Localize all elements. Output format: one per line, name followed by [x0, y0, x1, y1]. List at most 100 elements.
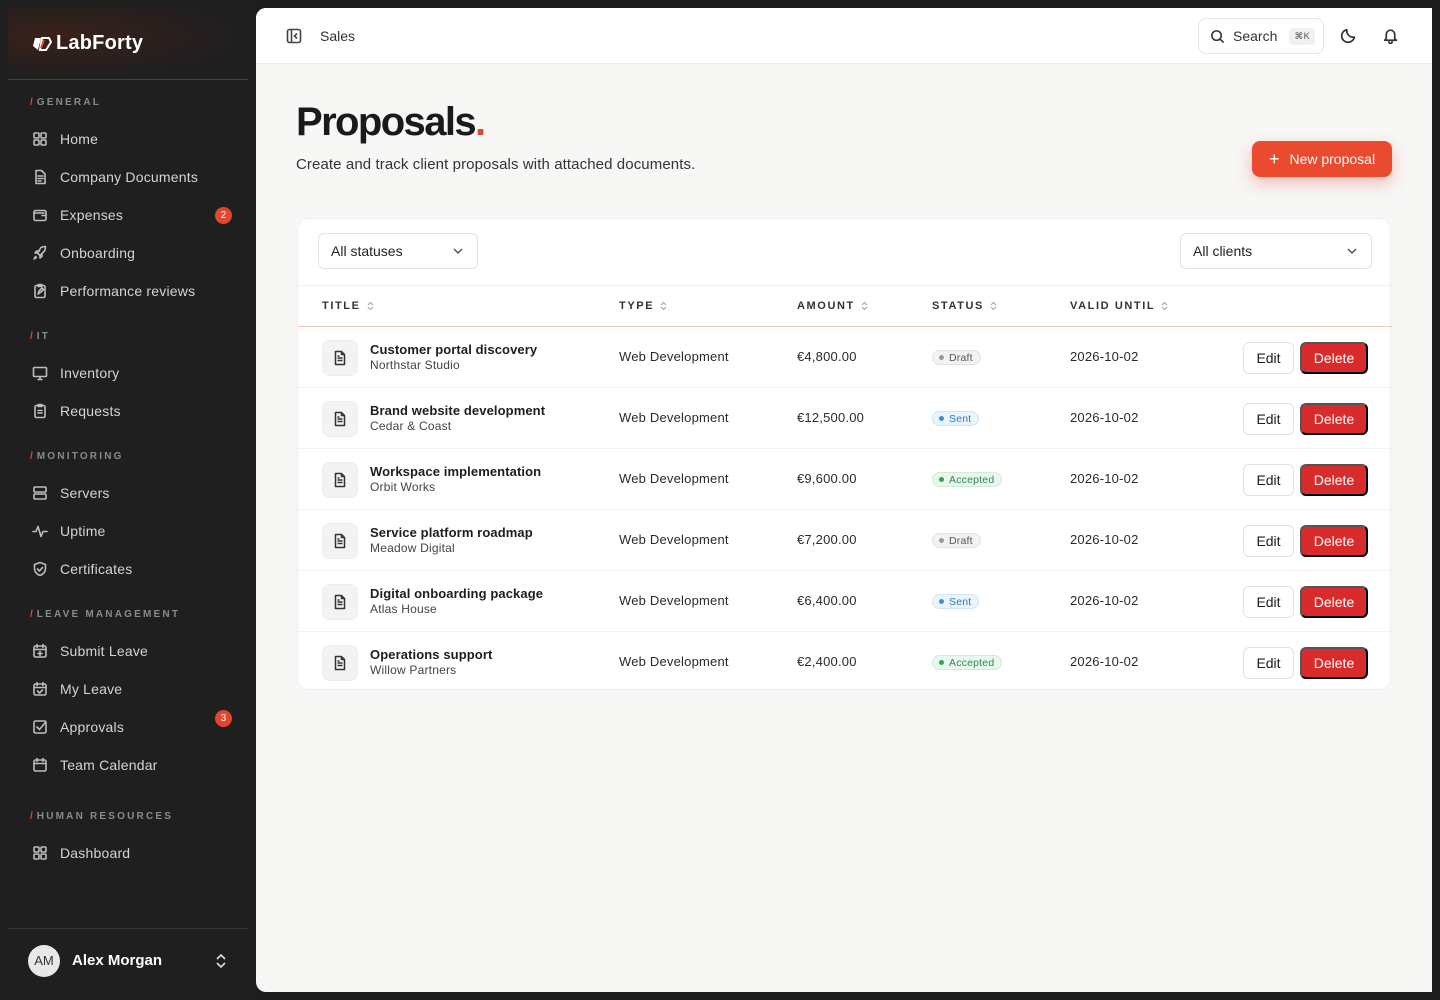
status-badge: Accepted — [932, 655, 1003, 670]
proposal-client: Atlas House — [370, 602, 437, 616]
proposal-type: Web Development — [619, 471, 729, 486]
edit-button[interactable]: Edit — [1243, 464, 1294, 496]
calendar-plus-icon — [33, 643, 47, 658]
brand-name: LabForty — [56, 32, 144, 54]
section-label-human-resources: / HUMAN RESOURCES — [30, 810, 174, 822]
sidebar-item-label: Inventory — [60, 365, 120, 381]
file-text-icon — [334, 472, 346, 488]
sidebar-item-label: Requests — [60, 403, 121, 419]
status-label: Accepted — [949, 473, 995, 486]
new-proposal-button[interactable]: + New proposal — [1252, 141, 1392, 177]
sidebar-item-performance-reviews[interactable]: Performance reviews — [8, 272, 248, 310]
proposal-type: Web Development — [619, 654, 729, 669]
document-thumbnail — [322, 645, 358, 681]
sidebar-item-team-calendar[interactable]: Team Calendar — [8, 746, 248, 784]
moon-icon[interactable] — [1340, 27, 1357, 44]
sidebar-item-my-leave[interactable]: My Leave — [8, 670, 248, 708]
delete-button[interactable]: Delete — [1300, 342, 1368, 374]
section-label-monitoring: / MONITORING — [30, 450, 124, 462]
proposal-amount: €9,600.00 — [797, 471, 857, 486]
sort-icon — [367, 301, 373, 311]
edit-button[interactable]: Edit — [1243, 586, 1294, 618]
edit-button[interactable]: Edit — [1243, 647, 1294, 679]
column-header-amount[interactable]: AMOUNT — [797, 300, 868, 312]
proposal-client: Orbit Works — [370, 480, 436, 494]
brand[interactable]: LabForty — [8, 8, 248, 80]
sidebar: LabForty / GENERAL Home Company Documents… — [0, 0, 256, 1000]
grid-icon — [33, 846, 47, 860]
proposal-valid-until: 2026-10-02 — [1070, 654, 1139, 669]
calendar-icon — [33, 757, 47, 772]
delete-button[interactable]: Delete — [1300, 464, 1368, 496]
status-filter-value: All statuses — [331, 243, 403, 259]
search-button[interactable]: Search ⌘K — [1198, 18, 1324, 54]
section-label-it: / IT — [30, 330, 51, 342]
client-filter-select[interactable]: All clients — [1180, 233, 1372, 269]
sidebar-item-approvals[interactable]: Approvals 3 — [8, 708, 248, 746]
file-text-icon — [334, 350, 346, 366]
labforty-logo-icon — [33, 36, 52, 51]
status-dot-icon — [939, 355, 944, 360]
notification-badge: 2 — [215, 207, 232, 224]
search-label: Search — [1233, 28, 1278, 44]
proposal-title[interactable]: Brand website development — [370, 403, 545, 418]
status-dot-icon — [939, 599, 944, 604]
sidebar-item-label: Servers — [60, 485, 110, 501]
edit-button[interactable]: Edit — [1243, 525, 1294, 557]
column-header-valid-until[interactable]: VALID UNTIL — [1070, 300, 1168, 312]
status-dot-icon — [939, 416, 944, 421]
proposal-amount: €6,400.00 — [797, 593, 857, 608]
proposal-title[interactable]: Customer portal discovery — [370, 342, 537, 357]
column-header-title[interactable]: TITLE — [322, 300, 374, 312]
sidebar-toggle-icon[interactable] — [286, 28, 302, 44]
edit-button[interactable]: Edit — [1243, 403, 1294, 435]
delete-button[interactable]: Delete — [1300, 525, 1368, 557]
edit-button[interactable]: Edit — [1243, 342, 1294, 374]
column-header-type[interactable]: TYPE — [619, 300, 667, 312]
sidebar-item-requests[interactable]: Requests — [8, 392, 248, 430]
checkbox-icon — [33, 720, 47, 734]
sidebar-item-submit-leave[interactable]: Submit Leave — [8, 632, 248, 670]
sidebar-item-servers[interactable]: Servers — [8, 474, 248, 512]
proposal-title[interactable]: Workspace implementation — [370, 464, 541, 479]
proposal-title[interactable]: Service platform roadmap — [370, 525, 533, 540]
user-menu[interactable]: AM Alex Morgan — [8, 928, 248, 992]
proposals-card: All statuses All clients TITLE TYPE AMOU… — [297, 218, 1392, 690]
client-filter-value: All clients — [1193, 243, 1253, 259]
sidebar-item-label: My Leave — [60, 681, 123, 697]
sidebar-item-certificates[interactable]: Certificates — [8, 550, 248, 588]
proposal-amount: €12,500.00 — [797, 410, 865, 425]
sidebar-item-uptime[interactable]: Uptime — [8, 512, 248, 550]
sidebar-item-onboarding[interactable]: Onboarding — [8, 234, 248, 272]
sidebar-item-expenses[interactable]: Expenses 2 — [8, 196, 248, 234]
rocket-icon — [33, 245, 47, 260]
delete-button[interactable]: Delete — [1300, 586, 1368, 618]
sidebar-item-label: Team Calendar — [60, 757, 158, 773]
proposal-client: Northstar Studio — [370, 358, 460, 372]
status-label: Draft — [949, 534, 973, 547]
chevron-up-down-icon — [216, 953, 226, 969]
proposal-title[interactable]: Digital onboarding package — [370, 586, 543, 601]
sidebar-item-home[interactable]: Home — [8, 120, 248, 158]
status-badge: Sent — [932, 411, 980, 426]
sidebar-item-dashboard[interactable]: Dashboard — [8, 834, 248, 872]
status-filter-select[interactable]: All statuses — [318, 233, 478, 269]
bell-icon[interactable] — [1382, 27, 1399, 44]
sidebar-item-company-documents[interactable]: Company Documents — [8, 158, 248, 196]
search-shortcut: ⌘K — [1289, 27, 1315, 45]
document-thumbnail — [322, 340, 358, 376]
page-subtitle: Create and track client proposals with a… — [296, 156, 696, 173]
delete-button[interactable]: Delete — [1300, 403, 1368, 435]
table-header: TITLE TYPE AMOUNT STATUS VALID UNTIL — [298, 285, 1392, 327]
proposal-title[interactable]: Operations support — [370, 647, 492, 662]
sort-icon — [990, 301, 997, 311]
column-header-status[interactable]: STATUS — [932, 300, 997, 312]
status-badge: Draft — [932, 533, 981, 548]
breadcrumb[interactable]: Sales — [320, 28, 355, 44]
plus-icon: + — [1268, 149, 1280, 169]
proposal-amount: €2,400.00 — [797, 654, 857, 669]
proposal-type: Web Development — [619, 410, 729, 425]
table-row: Digital onboarding package Atlas House W… — [298, 571, 1392, 632]
sidebar-item-inventory[interactable]: Inventory — [8, 354, 248, 392]
delete-button[interactable]: Delete — [1300, 647, 1368, 679]
